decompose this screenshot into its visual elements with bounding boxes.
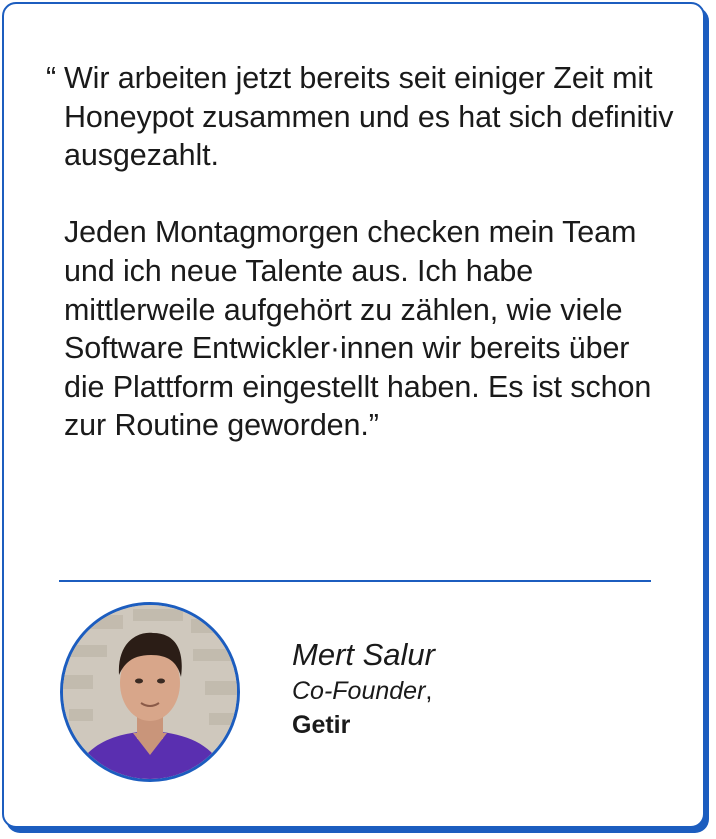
testimonial-quote: “ Wir arbeiten jetzt bereits seit einige… [46,59,674,445]
author-company: Getir [292,711,351,739]
quote-paragraph-1: Wir arbeiten jetzt bereits seit einiger … [64,61,674,173]
open-quote-mark: “ [46,61,57,95]
author-role-line: Co-Founder, [292,674,435,708]
divider [59,580,651,582]
author-block: Mert Salur Co-Founder, Getir [292,636,435,742]
close-quote-mark: ” [368,408,379,443]
avatar [60,602,240,782]
author-role: Co-Founder [292,677,426,705]
author-name: Mert Salur [292,637,435,672]
author-role-separator: , [425,677,433,705]
quote-paragraph-2: Jeden Montagmorgen checken mein Team und… [64,213,674,445]
avatar-portrait-icon [63,605,237,779]
quote-paragraph-2-text: Jeden Montagmorgen checken mein Team und… [64,215,652,443]
